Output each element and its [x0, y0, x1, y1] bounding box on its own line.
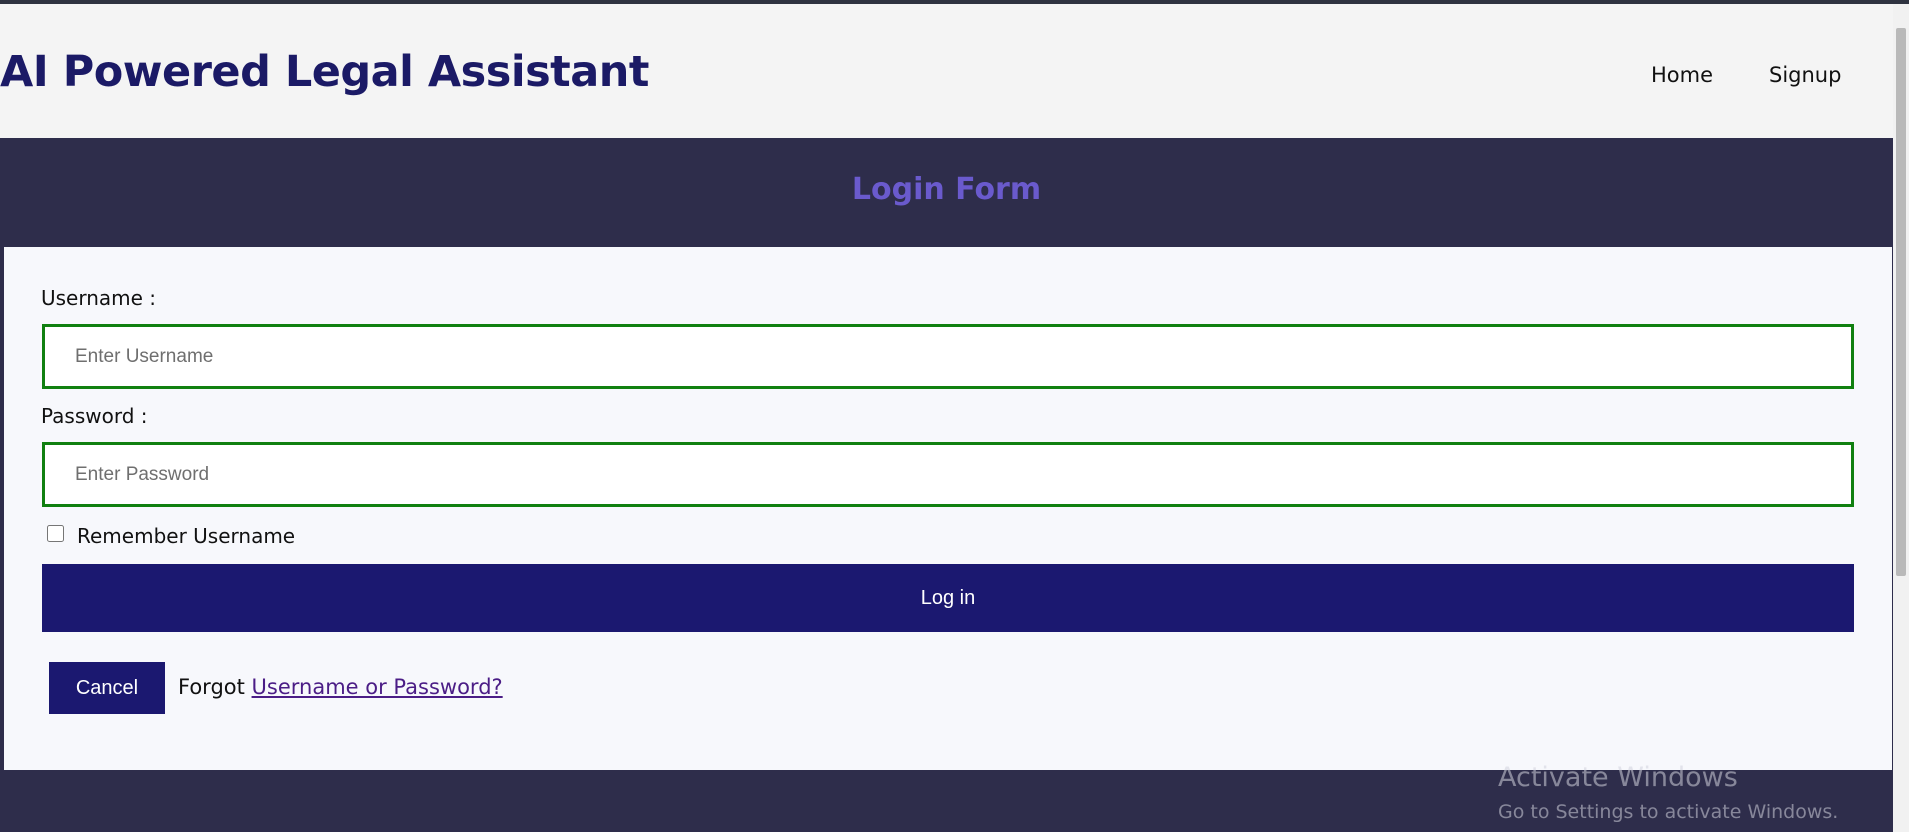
password-input[interactable] [42, 442, 1854, 507]
forgot-prefix-text: Forgot [178, 675, 245, 699]
forgot-credentials-link[interactable]: Username or Password? [252, 675, 503, 699]
nav-home-link[interactable]: Home [1651, 60, 1713, 90]
site-title: AI Powered Legal Assistant [0, 47, 649, 97]
cancel-button[interactable]: Cancel [49, 662, 165, 714]
nav-signup-link[interactable]: Signup [1769, 60, 1841, 90]
login-button[interactable]: Log in [42, 564, 1854, 632]
username-input[interactable] [42, 324, 1854, 389]
forgot-credentials-row: Forgot Username or Password? [178, 672, 503, 702]
activate-windows-subtitle: Go to Settings to activate Windows. [1498, 801, 1839, 823]
form-title-banner: Login Form [0, 138, 1893, 242]
password-label: Password : [41, 404, 148, 428]
activate-windows-title: Activate Windows [1498, 762, 1738, 793]
username-label: Username : [41, 286, 157, 310]
page-scrollbar-thumb[interactable] [1896, 28, 1906, 576]
remember-username-checkbox[interactable] [47, 525, 64, 542]
remember-username-label[interactable]: Remember Username [77, 521, 295, 551]
form-title: Login Form [851, 172, 1042, 207]
site-header: AI Powered Legal Assistant Home Signup [0, 4, 1893, 138]
